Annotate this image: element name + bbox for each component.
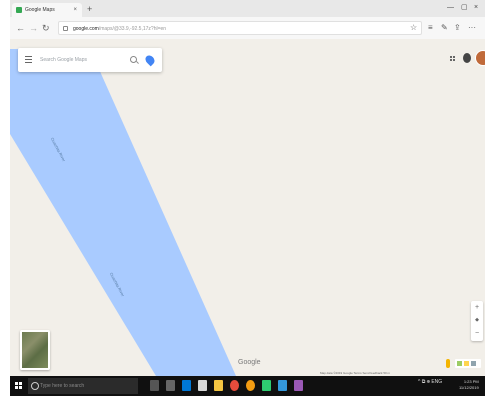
map-search-input[interactable] bbox=[40, 53, 122, 67]
task-view-icon[interactable] bbox=[150, 380, 159, 391]
browser-window: Google Maps × + — ▢ × ← → ↻ google.com/m… bbox=[10, 0, 485, 396]
compass-icon[interactable]: ◆ bbox=[471, 314, 483, 327]
clock-date: 11/12/2019 bbox=[459, 385, 479, 390]
taskbar-app-icon[interactable] bbox=[278, 380, 287, 391]
address-bar[interactable]: google.com/maps/@33.9,-92.5,17z?hl=en bbox=[58, 21, 422, 35]
apps-icon[interactable] bbox=[450, 56, 457, 63]
chrome-icon[interactable] bbox=[230, 380, 239, 391]
zoom-control: + ◆ − bbox=[471, 301, 483, 341]
windows-start-icon[interactable] bbox=[15, 382, 23, 390]
search-icon[interactable] bbox=[130, 56, 137, 63]
taskbar-app-icon[interactable] bbox=[262, 380, 271, 391]
browser-toolbar: ← → ↻ google.com/maps/@33.9,-92.5,17z?hl… bbox=[10, 17, 485, 40]
address-path: /maps/@33.9,-92.5,17z?hl=en bbox=[98, 26, 167, 32]
forward-icon[interactable]: → bbox=[29, 22, 38, 34]
taskbar-search-placeholder: Type here to search bbox=[40, 383, 85, 389]
map-search-box[interactable] bbox=[18, 48, 162, 72]
address-host: google.com bbox=[73, 26, 99, 32]
satellite-layer-toggle[interactable] bbox=[20, 330, 50, 370]
share-icon[interactable]: ⇪ bbox=[454, 22, 461, 34]
favorite-star-icon[interactable]: ☆ bbox=[410, 22, 417, 34]
taskbar-search[interactable]: Type here to search bbox=[28, 378, 138, 394]
more-icon[interactable]: ··· bbox=[468, 22, 476, 34]
map-view-buttons[interactable] bbox=[455, 359, 481, 368]
taskbar-app-icon[interactable] bbox=[214, 380, 223, 391]
favorites-list-icon[interactable]: ≡ bbox=[428, 22, 433, 34]
edge-browser-icon[interactable] bbox=[182, 380, 191, 391]
taskbar-app-icon[interactable] bbox=[294, 380, 303, 391]
tab-google-maps[interactable]: Google Maps × bbox=[12, 3, 82, 17]
maximize-button[interactable]: ▢ bbox=[461, 2, 468, 14]
file-explorer-icon[interactable] bbox=[198, 380, 207, 391]
cortana-icon bbox=[31, 382, 39, 390]
tab-strip: Google Maps × + — ▢ × bbox=[10, 0, 485, 17]
back-icon[interactable]: ← bbox=[16, 22, 25, 34]
close-window-button[interactable]: × bbox=[474, 2, 478, 14]
maps-favicon-icon bbox=[16, 7, 22, 13]
tab-title: Google Maps bbox=[25, 7, 55, 13]
refresh-icon[interactable]: ↻ bbox=[42, 22, 50, 34]
windows-taskbar: Type here to search ^ ⧉ ⊕ ENG 1:23 PM 11… bbox=[10, 376, 485, 396]
zoom-out-button[interactable]: − bbox=[471, 327, 483, 340]
lock-icon bbox=[63, 26, 68, 31]
directions-icon[interactable] bbox=[143, 53, 157, 67]
account-avatar[interactable] bbox=[475, 50, 485, 66]
taskbar-clock[interactable]: 1:23 PM 11/12/2019 bbox=[459, 379, 479, 391]
taskbar-app-icon[interactable] bbox=[166, 380, 175, 391]
minimize-button[interactable]: — bbox=[447, 2, 454, 14]
new-tab-button[interactable]: + bbox=[87, 3, 92, 15]
menu-icon[interactable] bbox=[25, 56, 32, 63]
river-shape bbox=[10, 49, 236, 376]
notifications-icon[interactable] bbox=[463, 53, 471, 63]
firefox-icon[interactable] bbox=[246, 380, 255, 391]
map-canvas[interactable]: Ouachita River Ouachita River + ◆ − Goog… bbox=[10, 39, 485, 376]
google-logo: Google bbox=[238, 359, 261, 366]
tab-close-button[interactable]: × bbox=[73, 3, 77, 17]
zoom-in-button[interactable]: + bbox=[471, 301, 483, 314]
notes-icon[interactable]: ✎ bbox=[441, 22, 448, 34]
system-tray[interactable]: ^ ⧉ ⊕ ENG bbox=[418, 379, 442, 385]
pegman-icon[interactable] bbox=[446, 359, 450, 368]
